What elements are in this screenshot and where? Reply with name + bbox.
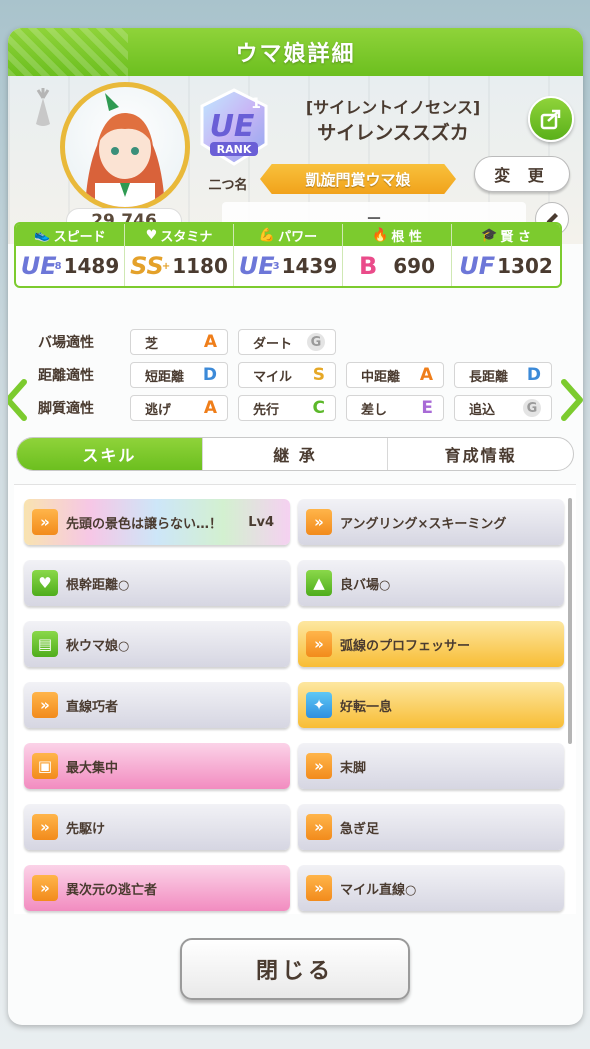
speed-grade: UE 8 [20, 252, 62, 280]
apt-mile: マイル S [238, 362, 336, 388]
skill-speed-icon: » [306, 753, 332, 779]
skill-item[interactable]: ♥ 根幹距離○ [24, 560, 290, 606]
apt-dirt: ダート G [238, 329, 336, 355]
detail-tabs: スキル 継 承 育成情報 [16, 437, 574, 471]
heart-icon: ♥ [145, 227, 158, 243]
stat-guts: 🔥 根 性 B 690 [343, 224, 452, 286]
skill-focus-icon: ▣ [32, 753, 58, 779]
skill-sparkle-icon: ✦ [306, 692, 332, 718]
skill-card-icon: ▤ [32, 631, 58, 657]
svg-text:UE: UE [210, 109, 255, 144]
skill-level: Lv4 [248, 514, 274, 530]
uma-detail-dialog: ウマ娘詳細 29,746 UE 1 RANK 二つ名 [サイレントイノセンス] … [8, 28, 583, 1025]
change-title-button[interactable]: 変 更 [474, 156, 570, 192]
skill-speed-icon: » [32, 875, 58, 901]
power-grade: UE 3 [238, 252, 280, 280]
stamina-grade: SS + [130, 252, 171, 280]
wisdom-grade: UF [459, 252, 496, 280]
wisdom-value: 1302 [497, 254, 553, 278]
stats-table: 👟 スピード UE 8 1489 ♥ スタミナ SS +1180 💪 パワー UE 3 1439… [14, 222, 562, 288]
character-avatar [85, 93, 165, 207]
skill-speed-icon: » [306, 509, 332, 535]
skill-speed-icon: » [306, 631, 332, 657]
profile-header: 29,746 UE 1 RANK 二つ名 [サイレントイノセンス] サイレンスス… [8, 76, 583, 244]
tab-skills[interactable]: スキル [17, 438, 203, 470]
stat-power: 💪 パワー UE 3 1439 [234, 224, 343, 286]
skill-item[interactable]: ✦ 好転一息 [298, 682, 564, 728]
skill-item[interactable]: » 直線巧者 [24, 682, 290, 728]
skill-power-icon: ▲ [306, 570, 332, 596]
stat-speed: 👟 スピード UE 8 1489 [16, 224, 125, 286]
next-arrow-icon[interactable] [560, 378, 583, 422]
apt-betweener: 差し E [346, 395, 444, 421]
skill-speed-icon: » [306, 875, 332, 901]
skill-item[interactable]: » 弧線のプロフェッサー [298, 621, 564, 667]
skill-speed-icon: » [32, 814, 58, 840]
skill-heart-icon: ♥ [32, 570, 58, 596]
apt-sprint: 短距離 D [130, 362, 228, 388]
stat-stamina: ♥ スタミナ SS +1180 [125, 224, 234, 286]
apt-runner: 逃げ A [130, 395, 228, 421]
carrot-icon [36, 88, 50, 126]
skill-item[interactable]: » 異次元の逃亡者 [24, 865, 290, 911]
skill-speed-icon: » [306, 814, 332, 840]
stat-wisdom: 🎓 賢 さ UF 1302 [452, 224, 560, 286]
skill-item[interactable]: » 急ぎ足 [298, 804, 564, 850]
stamina-value: 1180 [172, 254, 228, 278]
skill-item[interactable]: » 先駆け [24, 804, 290, 850]
nickname-label: 二つ名 [208, 178, 248, 193]
share-icon [540, 109, 561, 130]
apt-leader: 先行 C [238, 395, 336, 421]
skill-item[interactable]: » 末脚 [298, 743, 564, 789]
svg-text:1: 1 [251, 96, 261, 112]
apt-chaser: 追込 G [454, 395, 552, 421]
rank-badge-icon: UE 1 RANK [200, 88, 268, 166]
close-button[interactable]: 閉じる [180, 938, 410, 1000]
apt-long: 長距離 D [454, 362, 552, 388]
share-button[interactable] [528, 96, 574, 142]
muscle-icon: 💪 [258, 227, 276, 243]
skill-item[interactable]: ▤ 秋ウマ娘○ [24, 621, 290, 667]
speed-value: 1489 [63, 254, 120, 278]
character-portrait[interactable] [60, 82, 190, 212]
graduation-cap-icon: 🎓 [481, 227, 498, 243]
guts-grade: B [358, 252, 378, 280]
apt-medium: 中距離 A [346, 362, 444, 388]
skill-speed-icon: » [32, 692, 58, 718]
dialog-title: ウマ娘詳細 [8, 28, 583, 76]
skill-item[interactable]: » アングリング×スキーミング [298, 499, 564, 545]
skill-item[interactable]: ▲ 良バ場○ [298, 560, 564, 606]
skill-item[interactable]: ▣ 最大集中 [24, 743, 290, 789]
uma-name: サイレンススズカ [317, 122, 469, 144]
guts-value: 690 [393, 254, 436, 278]
skill-speed-icon: » [32, 509, 58, 535]
flame-icon: 🔥 [372, 227, 389, 243]
skill-item[interactable]: » マイル直線○ [298, 865, 564, 911]
tab-training-info[interactable]: 育成情報 [388, 438, 573, 470]
prev-arrow-icon[interactable] [8, 378, 28, 422]
tab-inheritance[interactable]: 継 承 [203, 438, 389, 470]
apt-turf: 芝A [130, 329, 228, 355]
speed-icon: 👟 [34, 227, 51, 243]
svg-text:RANK: RANK [217, 143, 252, 156]
epithet: [サイレントイノセンス] [305, 98, 481, 117]
skill-list-scrollbar[interactable] [568, 498, 572, 744]
title-plate[interactable]: 凱旋門賞ウマ娘 [260, 164, 456, 194]
power-value: 1439 [281, 254, 338, 278]
skill-item[interactable]: » 先頭の景色は譲らない…！ Lv4 [24, 499, 290, 545]
